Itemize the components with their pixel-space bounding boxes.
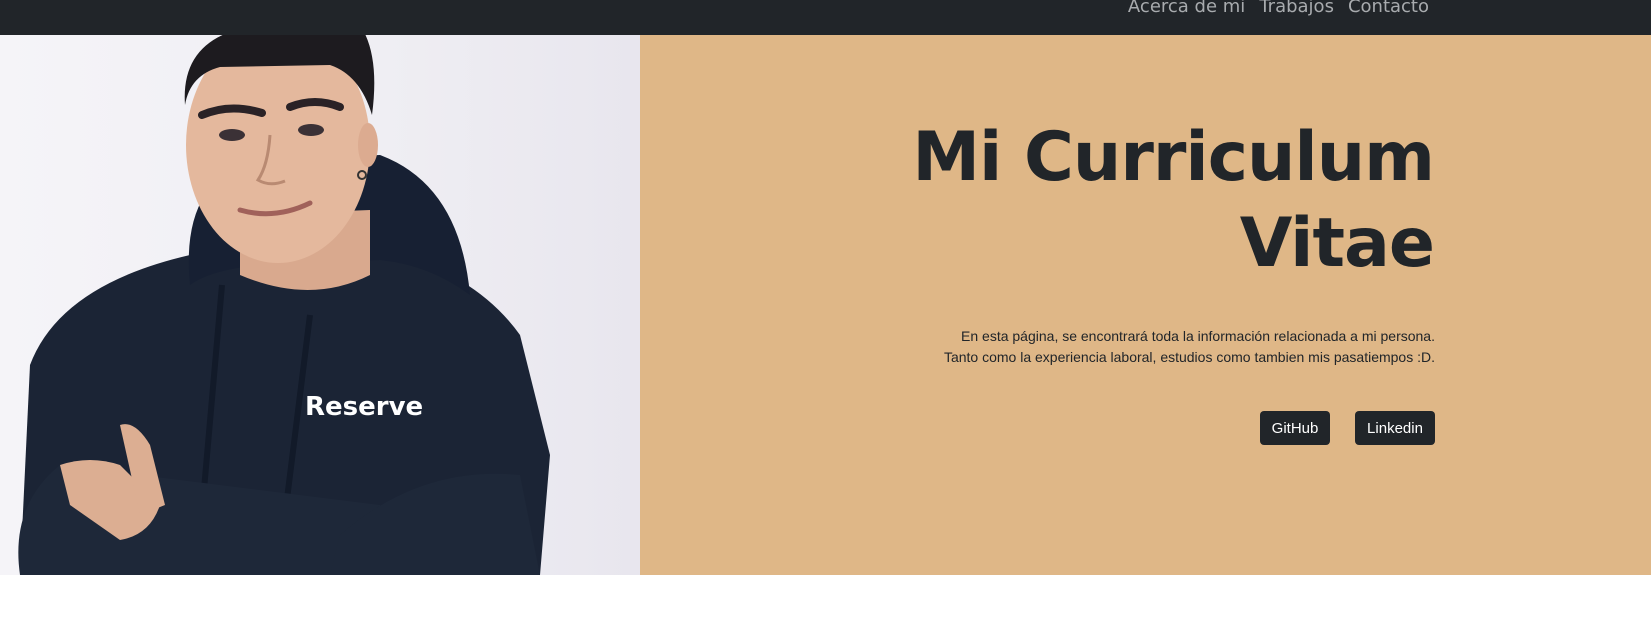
hoodie-logo-text: Reserve bbox=[305, 392, 423, 422]
title-line-2: Vitae bbox=[1239, 204, 1435, 283]
description-line-2: Tanto como la experiencia laboral, estud… bbox=[943, 349, 1435, 365]
nav-links: Acerca de mi Trabajos Contacto bbox=[1128, 0, 1429, 19]
nav-link-trabajos[interactable]: Trabajos bbox=[1259, 0, 1334, 19]
navbar: Acerca de mi Trabajos Contacto bbox=[0, 0, 1651, 35]
linkedin-button[interactable]: Linkedin bbox=[1355, 411, 1435, 445]
hero-content: Mi Curriculum Vitae En esta página, se e… bbox=[640, 35, 1651, 575]
portrait-illustration: Reserve bbox=[18, 35, 550, 575]
page-title: Mi Curriculum Vitae bbox=[874, 115, 1435, 287]
title-line-1: Mi Curriculum bbox=[912, 118, 1435, 197]
profile-photo: Reserve bbox=[0, 35, 640, 575]
hero-section: Reserve Mi Curriculum Vitae En esta pági… bbox=[0, 35, 1651, 575]
nav-link-contacto[interactable]: Contacto bbox=[1348, 0, 1429, 19]
github-button[interactable]: GitHub bbox=[1260, 411, 1330, 445]
description-line-1: En esta página, se encontrará toda la in… bbox=[961, 328, 1435, 344]
social-buttons: GitHub Linkedin bbox=[1260, 411, 1435, 445]
nav-link-acerca[interactable]: Acerca de mi bbox=[1128, 0, 1245, 19]
hero-description: En esta página, se encontrará toda la in… bbox=[835, 326, 1435, 368]
